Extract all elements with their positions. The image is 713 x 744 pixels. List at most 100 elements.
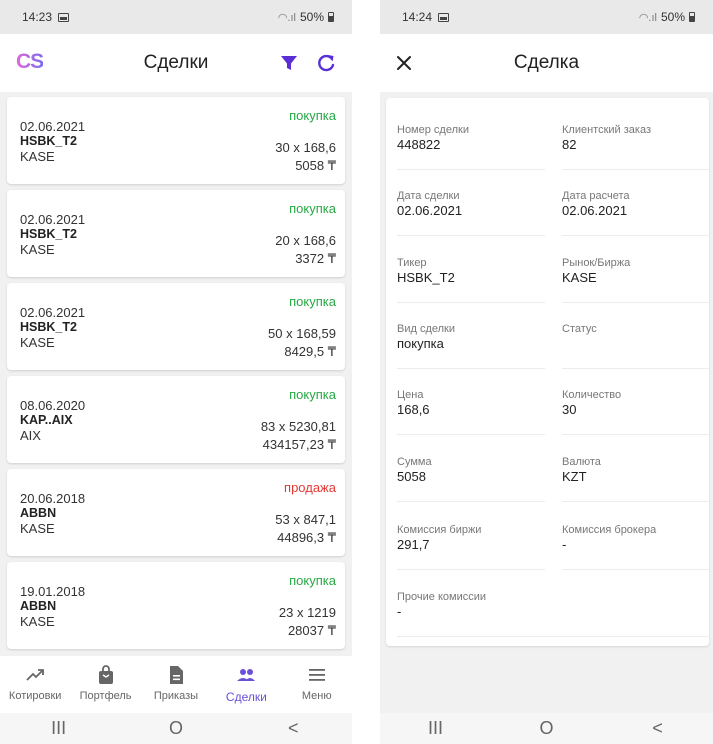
trade-sum: 28037 ₸	[287, 623, 336, 638]
refresh-icon[interactable]	[316, 53, 336, 73]
trade-date: 02.06.2021	[20, 305, 86, 320]
trade-date: 19.01.2018	[20, 584, 86, 599]
trade-qty-price: 83 x 5230,81	[260, 419, 336, 434]
field-label: Номер сделки	[397, 124, 469, 136]
trade-qty-price: 30 x 168,6	[275, 140, 336, 155]
field-value: KZT	[562, 469, 587, 484]
nav-menu[interactable]: Меню	[282, 664, 352, 702]
trade-ticker: HSBK_T2	[20, 320, 77, 334]
trades-list-screen: 14:23 ◠.ıl 50% CS Сделки 02.06.2021 HSBK…	[0, 0, 352, 744]
trade-sum: 3372 ₸	[295, 251, 336, 266]
field-value: 02.06.2021	[562, 203, 628, 218]
trade-card[interactable]: 20.06.2018 ABBN KASE продажа 53 x 847,1 …	[7, 469, 345, 556]
field-exchange-fee: Комиссия биржи 291,7	[397, 524, 545, 570]
nav-portfolio-label: Портфель	[79, 690, 132, 702]
trade-market: KASE	[20, 335, 55, 350]
wifi-signal-icon: ◠.ıl	[277, 11, 296, 24]
field-value: 291,7	[397, 537, 430, 552]
field-status: Статус	[562, 323, 710, 369]
field-deal-type: Вид сделки покупка	[397, 323, 545, 369]
status-time: 14:24	[402, 10, 433, 24]
field-label: Вид сделки	[397, 323, 456, 335]
field-value: 82	[562, 137, 577, 152]
recents-icon[interactable]: III	[416, 718, 456, 739]
field-label: Клиентский заказ	[562, 124, 651, 136]
image-notification-icon	[58, 12, 70, 22]
trade-sum: 5058 ₸	[295, 158, 336, 173]
trade-sum: 434157,23 ₸	[262, 437, 336, 452]
trade-ticker: HSBK_T2	[20, 227, 77, 241]
field-broker-fee: Комиссия брокера -	[562, 524, 710, 570]
system-navigation: III O <	[0, 713, 352, 744]
field-value: 448822	[397, 137, 441, 152]
trade-ticker: HSBK_T2	[20, 134, 77, 148]
field-price: Цена 168,6	[397, 389, 545, 435]
trade-sum: 8429,5 ₸	[284, 344, 336, 359]
trade-side: покупка	[289, 108, 336, 123]
field-label: Дата расчета	[562, 190, 630, 202]
app-bar: Сделка	[380, 34, 713, 92]
field-ticker: Тикер HSBK_T2	[397, 257, 545, 303]
app-bar: CS Сделки	[0, 34, 352, 92]
field-market: Рынок/Биржа KASE	[562, 257, 710, 303]
trade-card[interactable]: 02.06.2021 HSBK_T2 KASE покупка 50 x 168…	[7, 283, 345, 370]
wifi-signal-icon: ◠.ıl	[638, 11, 657, 24]
field-label: Цена	[397, 389, 424, 401]
trending-up-icon	[26, 669, 45, 681]
trade-card[interactable]: 19.01.2018 ABBN KASE покупка 23 x 1219 2…	[7, 562, 345, 649]
home-icon[interactable]: O	[527, 718, 567, 739]
trade-card[interactable]: 02.06.2021 HSBK_T2 KASE покупка 30 x 168…	[7, 97, 345, 184]
recents-icon[interactable]: III	[39, 718, 79, 739]
home-icon[interactable]: O	[156, 718, 196, 739]
trade-qty-price: 53 x 847,1	[275, 512, 336, 527]
nav-trades[interactable]: Сделки	[211, 664, 281, 704]
trade-card[interactable]: 08.06.2020 KAP..AIX AIX покупка 83 x 523…	[7, 376, 345, 463]
trade-card[interactable]: 02.06.2021 HSBK_T2 KASE покупка 20 x 168…	[7, 190, 345, 277]
battery-percent: 50%	[299, 10, 324, 24]
trades-list[interactable]: 02.06.2021 HSBK_T2 KASE покупка 30 x 168…	[0, 92, 352, 656]
back-icon[interactable]: <	[273, 718, 313, 739]
trade-qty-price: 23 x 1219	[278, 605, 336, 620]
field-settle-date: Дата расчета 02.06.2021	[562, 190, 710, 236]
trade-side: продажа	[284, 480, 336, 495]
field-deal-number: Номер сделки 448822	[397, 124, 545, 170]
filter-icon[interactable]	[280, 54, 298, 72]
field-label: Комиссия брокера	[562, 524, 657, 536]
bag-icon	[98, 665, 113, 684]
field-quantity: Количество 30	[562, 389, 710, 435]
field-label: Прочие комиссии	[397, 591, 486, 603]
bottom-navigation: Котировки Портфель Приказы Сделки Меню	[0, 656, 352, 713]
nav-quotes[interactable]: Котировки	[0, 664, 70, 702]
trade-date: 02.06.2021	[20, 119, 86, 134]
field-label: Статус	[562, 323, 597, 335]
nav-orders[interactable]: Приказы	[141, 664, 211, 702]
trade-side: покупка	[289, 387, 336, 402]
trade-ticker: ABBN	[20, 506, 57, 520]
field-other-fees: Прочие комиссии -	[397, 591, 710, 637]
field-value: -	[562, 537, 567, 552]
field-value: 5058	[397, 469, 426, 484]
trade-market: AIX	[20, 428, 41, 443]
trade-market: KASE	[20, 521, 55, 536]
document-icon	[169, 666, 183, 684]
field-value: покупка	[397, 336, 444, 351]
field-value: 02.06.2021	[397, 203, 463, 218]
back-icon[interactable]: <	[638, 718, 678, 739]
image-notification-icon	[438, 12, 450, 22]
field-value: HSBK_T2	[397, 270, 455, 285]
trade-market: KASE	[20, 242, 55, 257]
field-amount: Сумма 5058	[397, 456, 545, 502]
trade-sum: 44896,3 ₸	[277, 530, 336, 545]
status-bar: 14:24 ◠.ıl 50%	[380, 0, 713, 34]
trade-side: покупка	[289, 573, 336, 588]
trade-date: 08.06.2020	[20, 398, 86, 413]
nav-portfolio[interactable]: Портфель	[71, 664, 141, 702]
trade-qty-price: 20 x 168,6	[275, 233, 336, 248]
trade-market: KASE	[20, 149, 55, 164]
field-label: Сумма	[397, 456, 432, 468]
trade-qty-price: 50 x 168,59	[268, 326, 336, 341]
field-label: Дата сделки	[397, 190, 460, 202]
field-value: 168,6	[397, 402, 430, 417]
people-icon	[237, 669, 256, 681]
nav-orders-label: Приказы	[153, 690, 199, 702]
